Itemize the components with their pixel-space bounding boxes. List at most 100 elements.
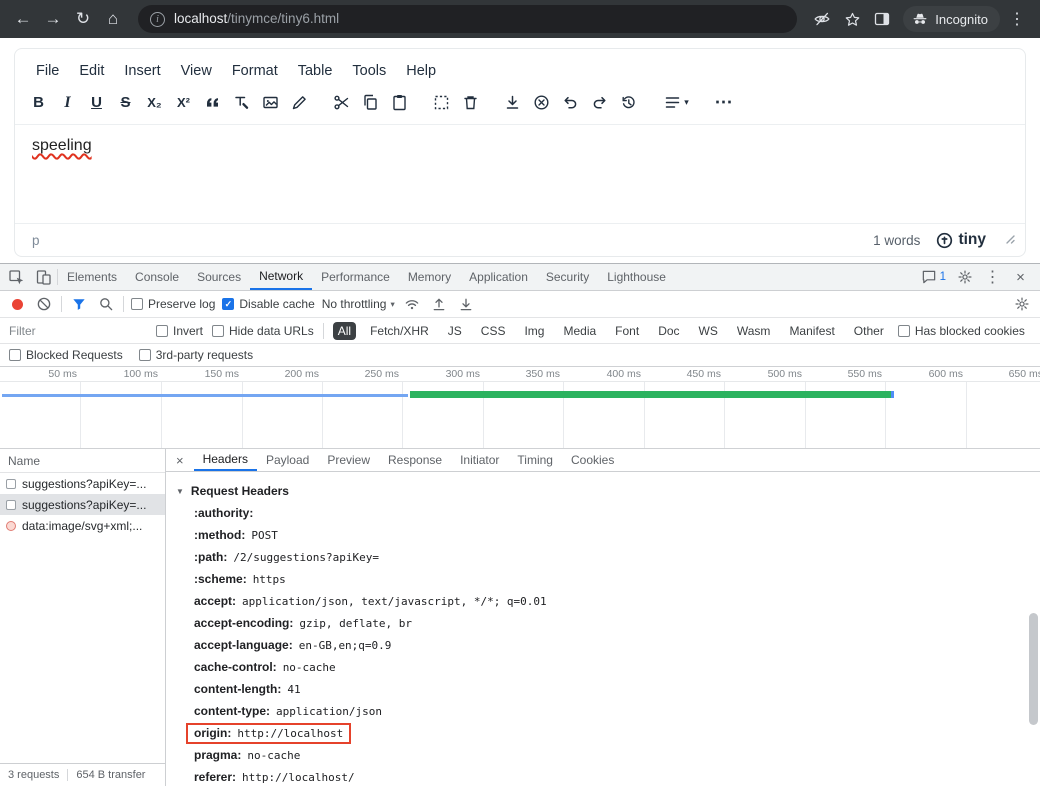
line-height-button[interactable]: ▾ — [657, 89, 695, 116]
detail-tab-preview[interactable]: Preview — [318, 449, 379, 471]
blocked-requests-checkbox[interactable]: Blocked Requests — [9, 348, 123, 362]
detail-tab-payload[interactable]: Payload — [257, 449, 318, 471]
filter-chip-doc[interactable]: Doc — [653, 322, 684, 340]
strikethrough-button[interactable]: S — [112, 89, 139, 116]
back-icon[interactable]: ← — [10, 6, 36, 32]
resize-handle-icon[interactable] — [1004, 231, 1015, 249]
menu-help[interactable]: Help — [397, 58, 445, 84]
redo-button[interactable] — [586, 89, 613, 116]
blockquote-button[interactable] — [199, 89, 226, 116]
hide-data-urls-checkbox[interactable]: Hide data URLs — [212, 324, 314, 338]
filter-chip-ws[interactable]: WS — [694, 322, 723, 340]
more-options-button[interactable]: ⋯ — [710, 89, 737, 116]
preview-disabled-icon[interactable] — [809, 6, 835, 32]
menu-edit[interactable]: Edit — [70, 58, 113, 84]
superscript-button[interactable]: X² — [170, 89, 197, 116]
undo-button[interactable] — [557, 89, 584, 116]
throttling-dropdown[interactable]: No throttling ▾ — [322, 297, 395, 311]
site-info-icon[interactable]: i — [150, 12, 165, 27]
tab-performance[interactable]: Performance — [312, 264, 399, 290]
forward-icon[interactable]: → — [40, 6, 66, 32]
cancel-button[interactable] — [528, 89, 555, 116]
filter-chip-img[interactable]: Img — [519, 322, 549, 340]
delete-button[interactable] — [457, 89, 484, 116]
invert-checkbox[interactable]: Invert — [156, 324, 203, 338]
detail-tab-initiator[interactable]: Initiator — [451, 449, 508, 471]
filter-chip-wasm[interactable]: Wasm — [732, 322, 776, 340]
checkbox-unchecked[interactable] — [131, 298, 143, 310]
insert-image-button[interactable] — [257, 89, 284, 116]
cut-button[interactable] — [328, 89, 355, 116]
search-icon[interactable] — [96, 294, 116, 314]
devtools-menu-icon[interactable]: ⋮ — [979, 264, 1006, 290]
underline-button[interactable]: U — [83, 89, 110, 116]
disable-cache-checkbox[interactable]: ✓ Disable cache — [222, 297, 314, 311]
tab-memory[interactable]: Memory — [399, 264, 460, 290]
filter-chip-other[interactable]: Other — [849, 322, 889, 340]
browser-menu-icon[interactable]: ⋮ — [1004, 6, 1030, 32]
device-toolbar-icon[interactable] — [30, 264, 57, 290]
request-headers-section[interactable]: ▼ Request Headers — [176, 480, 1040, 502]
request-row-selected[interactable]: suggestions?apiKey=... — [0, 494, 165, 515]
request-row[interactable]: suggestions?apiKey=... — [0, 473, 165, 494]
checkbox-unchecked[interactable] — [212, 325, 224, 337]
detail-tab-response[interactable]: Response — [379, 449, 451, 471]
tab-sources[interactable]: Sources — [188, 264, 250, 290]
tab-application[interactable]: Application — [460, 264, 537, 290]
menu-view[interactable]: View — [172, 58, 221, 84]
record-icon[interactable] — [12, 299, 23, 310]
preserve-log-checkbox[interactable]: Preserve log — [131, 297, 215, 311]
italic-button[interactable]: I — [54, 89, 81, 116]
devtools-close-icon[interactable]: × — [1007, 264, 1034, 290]
network-overview-timeline[interactable]: 50 ms 100 ms 150 ms 200 ms 250 ms 300 ms… — [0, 367, 1040, 449]
tab-security[interactable]: Security — [537, 264, 598, 290]
filter-chip-fetch-xhr[interactable]: Fetch/XHR — [365, 322, 434, 340]
network-conditions-icon[interactable] — [402, 294, 422, 314]
menu-insert[interactable]: Insert — [115, 58, 169, 84]
has-blocked-cookies-checkbox[interactable]: Has blocked cookies — [898, 324, 1025, 338]
import-har-icon[interactable] — [429, 294, 449, 314]
menu-file[interactable]: File — [27, 58, 68, 84]
format-painter-button[interactable] — [228, 89, 255, 116]
tab-lighthouse[interactable]: Lighthouse — [598, 264, 675, 290]
filter-funnel-icon[interactable] — [69, 294, 89, 314]
filter-chip-manifest[interactable]: Manifest — [784, 322, 839, 340]
detail-tab-cookies[interactable]: Cookies — [562, 449, 623, 471]
checkbox-unchecked[interactable] — [139, 349, 151, 361]
tab-network[interactable]: Network — [250, 264, 312, 290]
reload-icon[interactable]: ↻ — [70, 6, 96, 32]
filter-input[interactable] — [9, 324, 147, 338]
filter-chip-all[interactable]: All — [333, 322, 356, 340]
export-har-icon[interactable] — [456, 294, 476, 314]
menu-format[interactable]: Format — [223, 58, 287, 84]
requests-column-header[interactable]: Name — [0, 449, 165, 473]
close-detail-icon[interactable]: × — [166, 453, 194, 468]
request-row[interactable]: data:image/svg+xml;... — [0, 515, 165, 536]
detail-tab-timing[interactable]: Timing — [508, 449, 562, 471]
filter-chip-font[interactable]: Font — [610, 322, 644, 340]
bookmark-star-icon[interactable] — [839, 6, 865, 32]
clear-icon[interactable] — [34, 294, 54, 314]
checkbox-unchecked[interactable] — [156, 325, 168, 337]
address-bar[interactable]: i localhost/tinymce/tiny6.html — [138, 5, 797, 33]
third-party-requests-checkbox[interactable]: 3rd-party requests — [139, 348, 253, 362]
side-panel-icon[interactable] — [869, 6, 895, 32]
restore-draft-button[interactable] — [615, 89, 642, 116]
settings-gear-icon[interactable] — [951, 264, 978, 290]
copy-button[interactable] — [357, 89, 384, 116]
checkbox-checked[interactable]: ✓ — [222, 298, 234, 310]
filter-chip-media[interactable]: Media — [558, 322, 601, 340]
select-all-button[interactable] — [428, 89, 455, 116]
word-count[interactable]: 1 words — [873, 233, 920, 248]
subscript-button[interactable]: X₂ — [141, 89, 168, 116]
paste-button[interactable] — [386, 89, 413, 116]
network-settings-gear-icon[interactable] — [1012, 294, 1032, 314]
bold-button[interactable]: B — [25, 89, 52, 116]
tab-console[interactable]: Console — [126, 264, 188, 290]
issues-icon[interactable] — [916, 264, 943, 290]
filter-chip-css[interactable]: CSS — [476, 322, 511, 340]
inspect-element-icon[interactable] — [3, 264, 30, 290]
filter-chip-js[interactable]: JS — [443, 322, 467, 340]
download-button[interactable] — [499, 89, 526, 116]
detail-tab-headers[interactable]: Headers — [194, 449, 257, 471]
